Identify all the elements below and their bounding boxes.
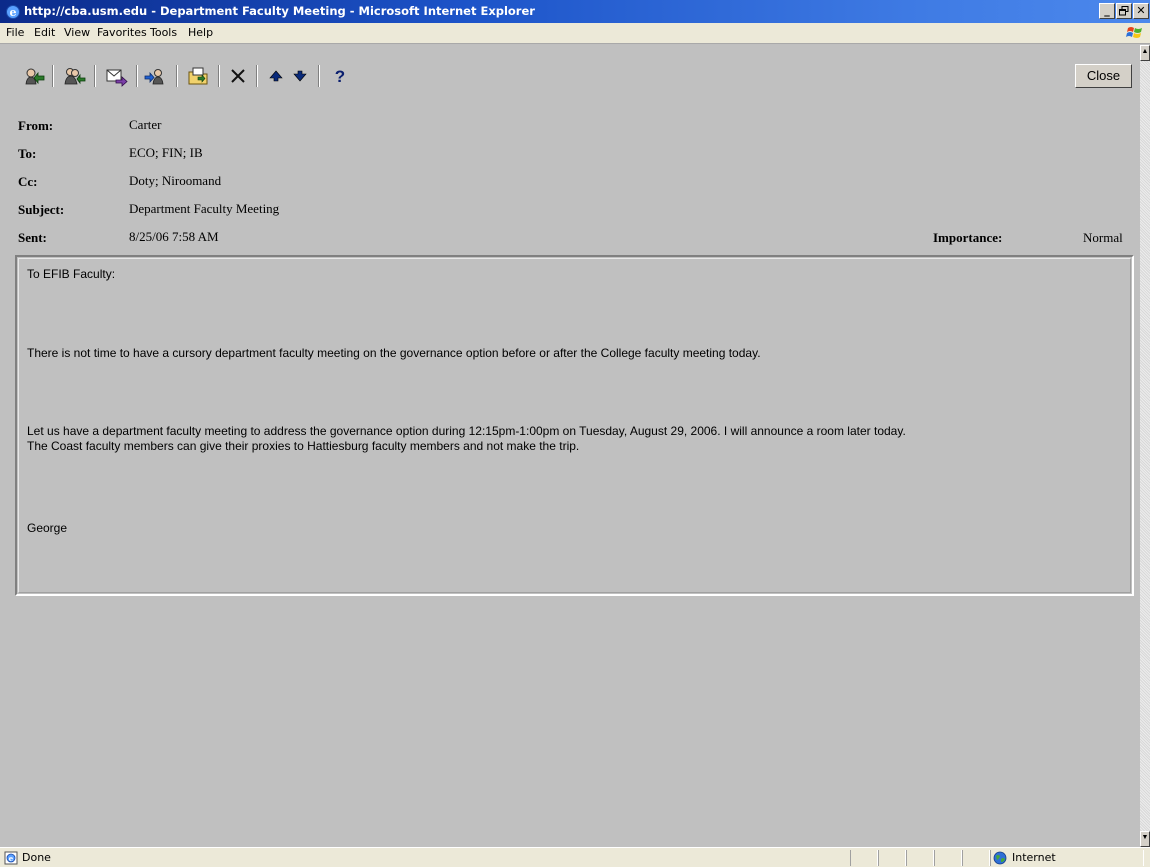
security-zone-label: Internet	[1012, 851, 1056, 864]
menu-help[interactable]: Help	[188, 26, 213, 39]
status-text: Done	[22, 851, 51, 864]
cc-value: Doty; Niroomand	[129, 173, 222, 188]
status-pane	[906, 850, 934, 866]
close-button[interactable]: Close	[1075, 64, 1132, 88]
from-label: From:	[18, 118, 54, 133]
svg-text:e: e	[10, 6, 17, 19]
status-pane	[934, 850, 962, 866]
cc-label: Cc:	[18, 174, 38, 189]
body-greeting: To EFIB Faculty:	[27, 267, 116, 281]
previous-item-icon[interactable]	[264, 64, 288, 88]
close-window-button[interactable]: ✕	[1133, 3, 1149, 19]
svg-text:e: e	[9, 854, 14, 863]
body-paragraph-1: There is not time to have a cursory depa…	[27, 346, 761, 360]
svg-text:?: ?	[335, 67, 345, 86]
toolbar-separator	[318, 65, 320, 87]
body-signature: George	[27, 521, 68, 535]
to-label: To:	[18, 146, 37, 161]
to-value: ECO; FIN; IB	[129, 145, 203, 160]
maximize-button[interactable]	[1116, 3, 1132, 19]
from-value: Carter	[129, 117, 162, 132]
sent-value: 8/25/06 7:58 AM	[129, 229, 219, 244]
vertical-scrollbar[interactable]: ▲ ▼	[1140, 45, 1150, 847]
message-body[interactable]: To EFIB Faculty: There is not time to ha…	[15, 255, 1134, 596]
toolbar-separator	[94, 65, 96, 87]
toolbar-separator	[176, 65, 178, 87]
status-pane	[962, 850, 990, 866]
page-done-icon: e	[4, 851, 18, 865]
menu-bar: File Edit View Favorites Tools Help	[0, 23, 1150, 44]
toolbar-separator	[136, 65, 138, 87]
reply-all-icon[interactable]	[62, 64, 86, 88]
importance-value: Normal	[1083, 230, 1123, 245]
status-pane	[878, 850, 906, 866]
toolbar-separator	[52, 65, 54, 87]
menu-favorites[interactable]: Favorites	[97, 26, 147, 39]
reply-icon[interactable]	[22, 64, 46, 88]
windows-logo-icon	[1126, 27, 1142, 38]
scroll-down-arrow-icon[interactable]: ▼	[1140, 831, 1150, 847]
forward-icon[interactable]	[104, 64, 128, 88]
subject-label: Subject:	[18, 202, 65, 217]
menu-view[interactable]: View	[64, 26, 90, 39]
toolbar-separator	[256, 65, 258, 87]
body-paragraph-2-line-1: Let us have a department faculty meeting…	[27, 424, 906, 438]
next-item-icon[interactable]	[288, 64, 312, 88]
subject-value: Department Faculty Meeting	[129, 201, 280, 216]
sent-label: Sent:	[18, 230, 47, 245]
internet-zone-globe-icon	[993, 851, 1007, 865]
body-paragraph-2-line-2: The Coast faculty members can give their…	[27, 439, 580, 453]
minimize-button[interactable]: _	[1099, 3, 1115, 19]
status-pane	[850, 850, 878, 866]
status-bar: e Done Internet	[0, 847, 1150, 867]
restore-icon	[1119, 6, 1129, 16]
help-icon[interactable]: ?	[328, 64, 352, 88]
menu-tools[interactable]: Tools	[150, 26, 177, 39]
window-title: http://cba.usm.edu - Department Faculty …	[24, 4, 535, 18]
delete-icon[interactable]	[226, 64, 250, 88]
send-receive-icon[interactable]	[144, 64, 168, 88]
scroll-up-arrow-icon[interactable]: ▲	[1140, 45, 1150, 61]
menu-file[interactable]: File	[6, 26, 24, 39]
menu-edit[interactable]: Edit	[34, 26, 55, 39]
internet-explorer-icon: e	[6, 5, 20, 19]
importance-label: Importance:	[933, 230, 1003, 245]
title-bar[interactable]: e http://cba.usm.edu - Department Facult…	[0, 0, 1150, 23]
toolbar-separator	[218, 65, 220, 87]
move-to-folder-icon[interactable]	[186, 64, 210, 88]
